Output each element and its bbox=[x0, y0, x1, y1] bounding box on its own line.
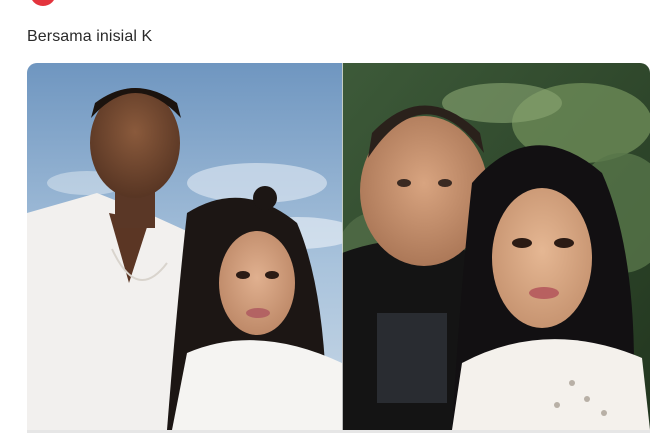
post-page: Bersama inisial K bbox=[0, 0, 650, 433]
photo-divider bbox=[342, 63, 343, 430]
photo-right[interactable] bbox=[342, 63, 650, 430]
photo-left-image bbox=[27, 63, 342, 430]
post-caption: Bersama inisial K bbox=[27, 28, 153, 45]
photo-left[interactable] bbox=[27, 63, 342, 430]
brand-logo-icon[interactable] bbox=[30, 0, 56, 6]
photo-right-image bbox=[342, 63, 650, 430]
post-media[interactable] bbox=[27, 63, 650, 430]
